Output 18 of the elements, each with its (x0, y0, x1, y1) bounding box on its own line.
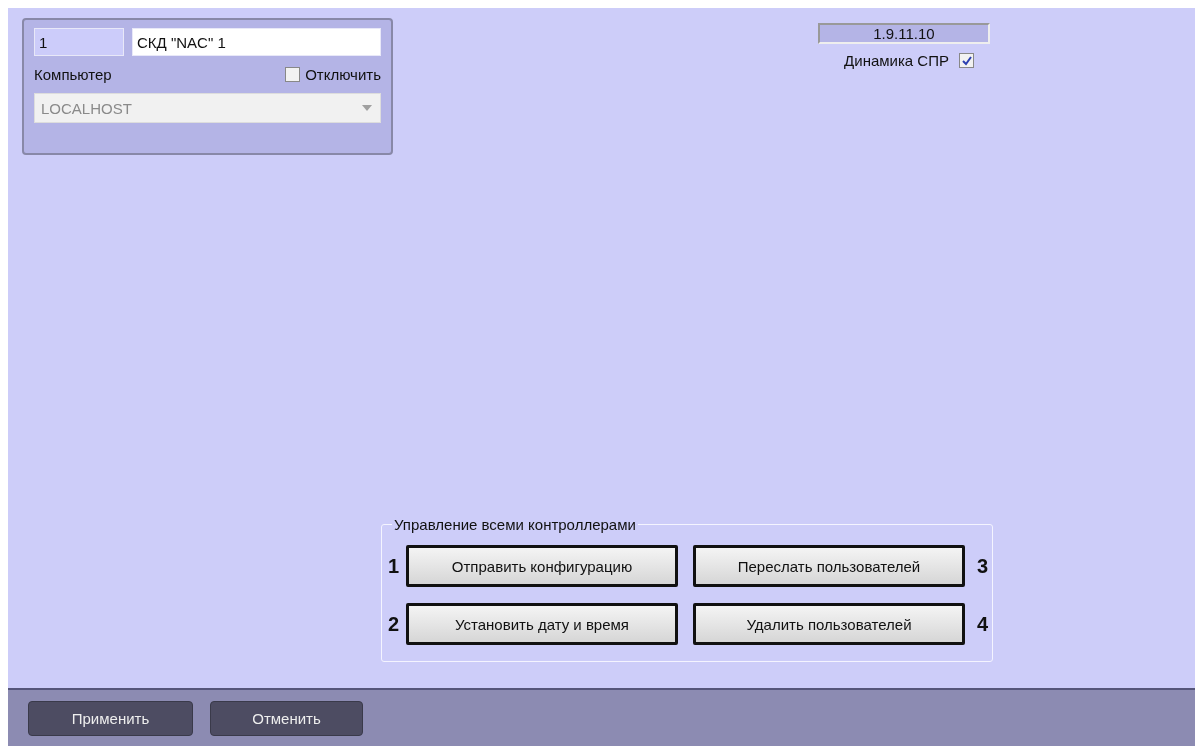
action-button[interactable]: Установить дату и время (406, 603, 678, 645)
number-marker: 3 (977, 554, 989, 578)
number-marker: 1 (388, 554, 400, 578)
number-marker: 4 (977, 612, 989, 636)
computer-label: Компьютер (34, 66, 112, 83)
disable-checkbox[interactable]: Отключить (285, 66, 381, 83)
action-button[interactable]: Отправить конфигурацию (406, 545, 678, 587)
footer-button[interactable]: Отменить (210, 700, 363, 736)
version-field: 1.9.11.10 (818, 23, 990, 44)
caret-icon (362, 105, 372, 111)
group-title: Управление всеми контроллерами (393, 516, 637, 533)
name-field[interactable]: СКД "NAC" 1 (132, 28, 381, 56)
action-button[interactable]: Удалить пользователей (693, 603, 965, 645)
id-field[interactable]: 1 (34, 28, 124, 56)
number-marker: 2 (388, 612, 400, 636)
dynamics-checkbox[interactable]: Динамика СПР (844, 52, 974, 69)
action-button[interactable]: Переслать пользователей (693, 545, 965, 587)
footer-button[interactable]: Применить (28, 700, 193, 736)
